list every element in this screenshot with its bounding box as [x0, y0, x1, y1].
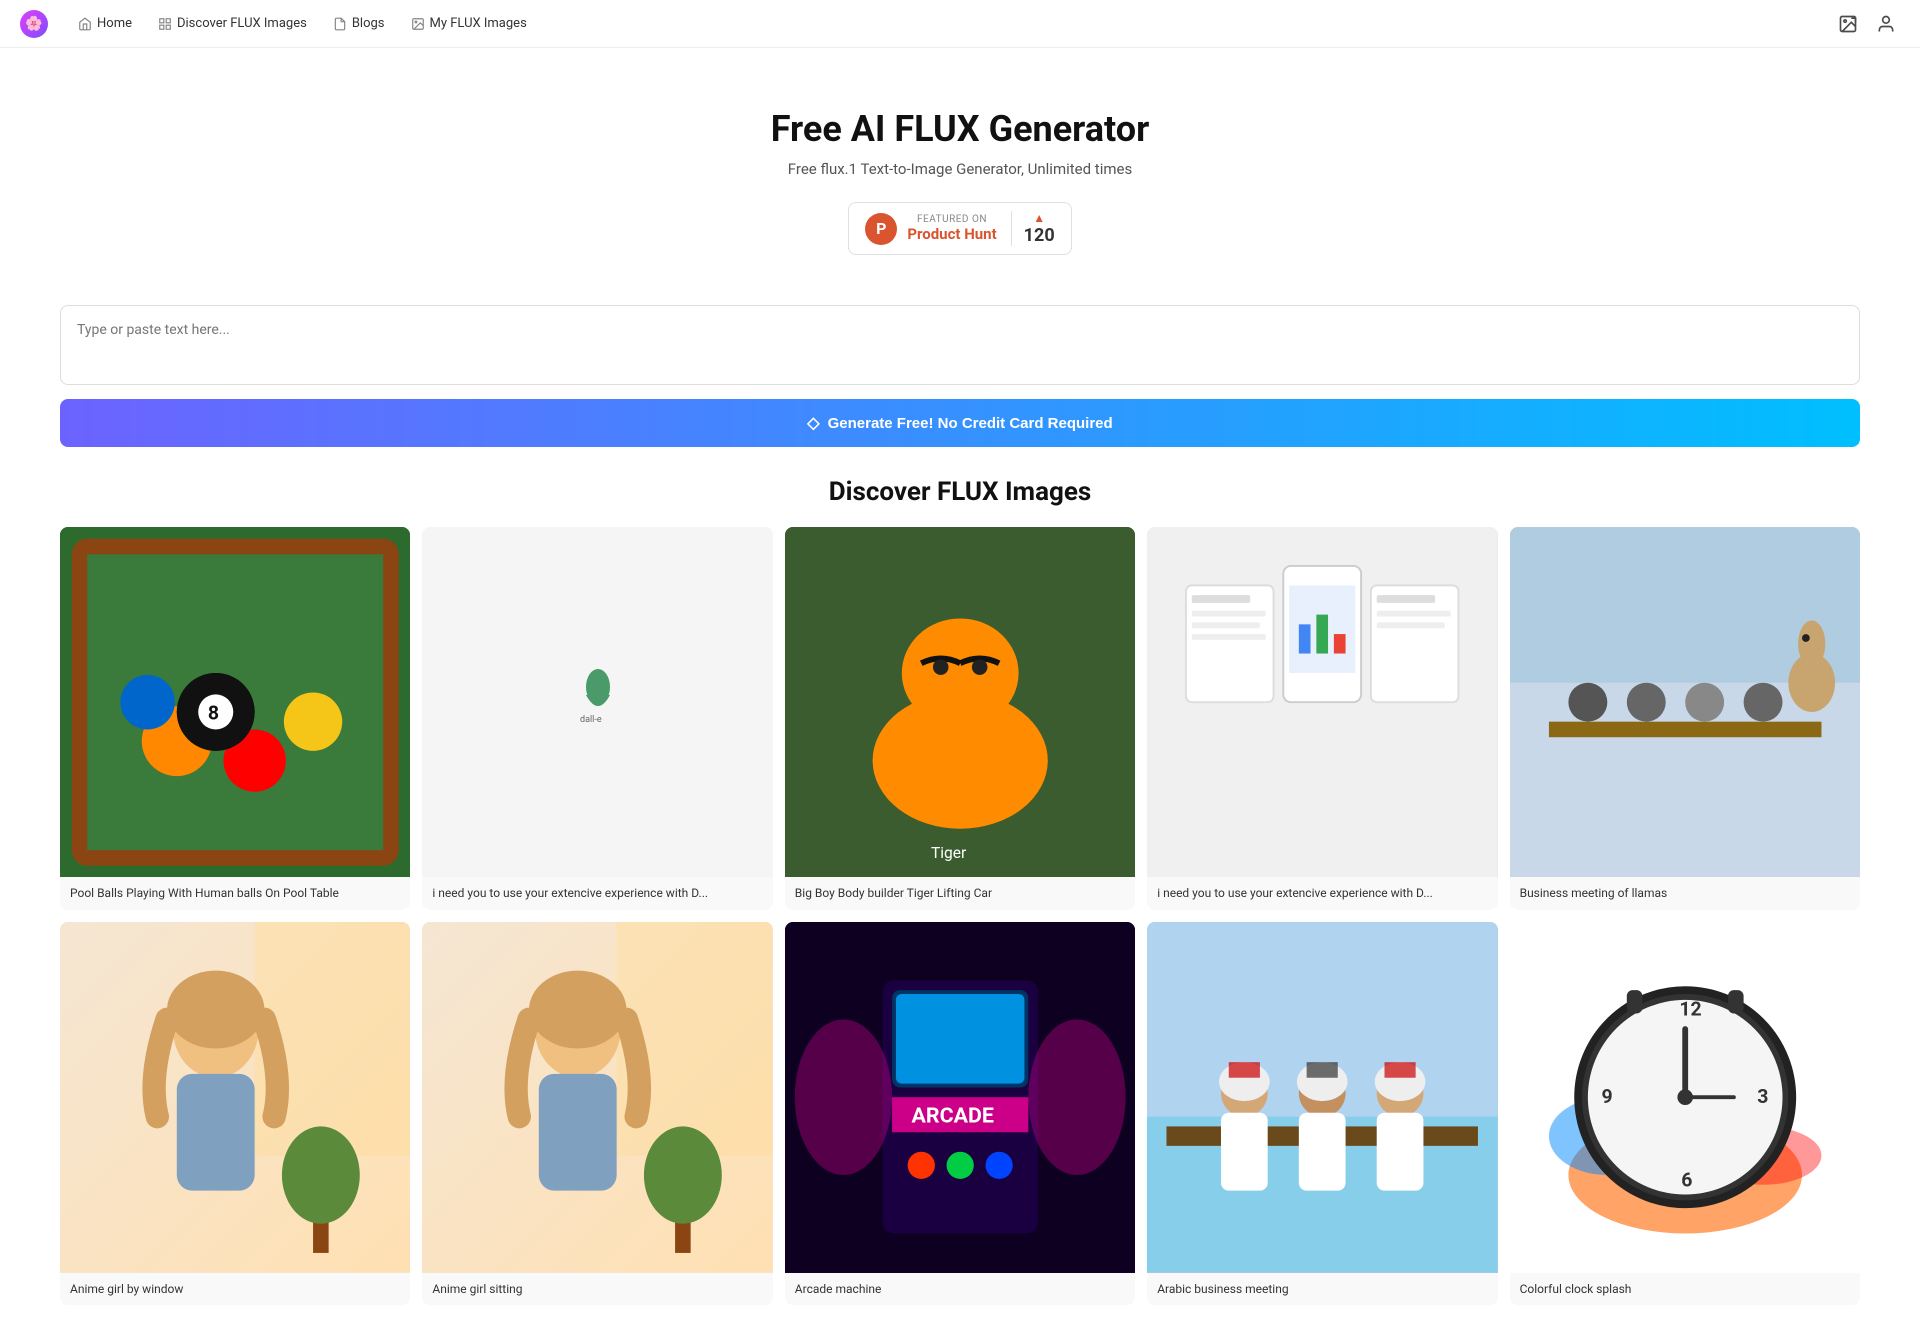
card-label-anime1: Anime girl by window: [60, 1273, 410, 1306]
card-visual-clock: 12 3 6 9: [1510, 922, 1860, 1272]
card-visual-pool: 8: [60, 527, 410, 877]
svg-text:Tiger: Tiger: [931, 844, 967, 862]
ph-arrow-icon: ▲: [1033, 211, 1045, 225]
image-card-pool[interactable]: 8 Pool Balls Playing With Human balls On…: [60, 527, 410, 910]
card-image-pool: 8: [60, 527, 410, 877]
nav-home[interactable]: Home: [68, 11, 142, 36]
nav-my-flux-label: My FLUX Images: [430, 16, 527, 31]
nav-links: Home Discover FLUX Images Blogs My FLUX …: [68, 11, 1834, 36]
image-card-tiger[interactable]: Tiger Big Boy Body builder Tiger Lifting…: [785, 527, 1135, 910]
image-card-arcade[interactable]: ARCADE Arcade machine: [785, 922, 1135, 1305]
diamond-icon: ◇: [807, 413, 819, 433]
card-image-llama: [1510, 527, 1860, 877]
grid-icon: [158, 17, 172, 31]
card-image-tiger: Tiger: [785, 527, 1135, 877]
card-visual-tiger: Tiger: [785, 527, 1135, 877]
hero-title: Free AI FLUX Generator: [20, 108, 1900, 150]
image-grid-row2: Anime girl by window: [60, 922, 1860, 1305]
nav-discover[interactable]: Discover FLUX Images: [148, 11, 317, 36]
ph-icon: P: [865, 213, 897, 245]
ph-count: 120: [1024, 225, 1055, 246]
card-label-clock: Colorful clock splash: [1510, 1273, 1860, 1306]
image-card-phone[interactable]: i need you to use your extencive experie…: [1147, 527, 1497, 910]
card-label-llama: Business meeting of llamas: [1510, 877, 1860, 910]
card-visual-arabic: [1147, 922, 1497, 1272]
svg-text:3: 3: [1757, 1085, 1768, 1108]
image-card-clock[interactable]: 12 3 6 9 Colorful clock splash: [1510, 922, 1860, 1305]
card-visual-arcade: ARCADE: [785, 922, 1135, 1272]
card-image-anime1: [60, 922, 410, 1272]
nav-blogs[interactable]: Blogs: [323, 11, 395, 36]
user-icon: [1876, 14, 1896, 34]
discover-title: Discover FLUX Images: [60, 477, 1860, 507]
card-image-anime2: [422, 922, 772, 1272]
card-label-tiger: Big Boy Body builder Tiger Lifting Car: [785, 877, 1135, 910]
svg-text:8: 8: [208, 702, 219, 725]
ph-name: Product Hunt: [907, 225, 996, 243]
nav-blogs-label: Blogs: [352, 16, 385, 31]
image-card-dalle[interactable]: dall-e i need you to use your extencive …: [422, 527, 772, 910]
image-card-anime2[interactable]: Anime girl sitting: [422, 922, 772, 1305]
upload-icon: [1838, 14, 1858, 34]
card-visual-anime2: [422, 922, 772, 1272]
card-visual-anime1: [60, 922, 410, 1272]
user-button[interactable]: [1872, 10, 1900, 38]
card-label-dalle: i need you to use your extencive experie…: [422, 877, 772, 910]
svg-text:dall-e: dall-e: [580, 715, 602, 725]
card-label-phone: i need you to use your extencive experie…: [1147, 877, 1497, 910]
product-hunt-badge[interactable]: P FEATURED ON Product Hunt ▲ 120: [848, 202, 1071, 255]
generate-button[interactable]: ◇ Generate Free! No Credit Card Required: [60, 399, 1860, 447]
file-icon: [333, 17, 347, 31]
discover-section: Discover FLUX Images 8: [0, 447, 1920, 1335]
card-label-arcade: Arcade machine: [785, 1273, 1135, 1306]
generator-section: ◇ Generate Free! No Credit Card Required: [0, 285, 1920, 447]
image-grid-row1: 8 Pool Balls Playing With Human balls On…: [60, 527, 1860, 910]
upload-button[interactable]: [1834, 10, 1862, 38]
image-card-llama[interactable]: Business meeting of llamas: [1510, 527, 1860, 910]
ph-featured-label: FEATURED ON: [907, 214, 996, 225]
hero-section: Free AI FLUX Generator Free flux.1 Text-…: [0, 48, 1920, 285]
card-image-dalle: dall-e: [422, 527, 772, 877]
card-label-anime2: Anime girl sitting: [422, 1273, 772, 1306]
nav-my-flux[interactable]: My FLUX Images: [401, 11, 537, 36]
card-image-arabic: [1147, 922, 1497, 1272]
svg-text:6: 6: [1681, 1169, 1692, 1192]
image-icon: [411, 17, 425, 31]
svg-text:9: 9: [1601, 1085, 1612, 1108]
svg-text:12: 12: [1679, 998, 1701, 1021]
ph-count-box: ▲ 120: [1011, 211, 1055, 246]
card-image-clock: 12 3 6 9: [1510, 922, 1860, 1272]
home-icon: [78, 17, 92, 31]
prompt-input[interactable]: [60, 305, 1860, 385]
nav-right: [1834, 10, 1900, 38]
image-card-arabic[interactable]: Arabic business meeting: [1147, 922, 1497, 1305]
nav-discover-label: Discover FLUX Images: [177, 16, 307, 31]
card-image-phone: [1147, 527, 1497, 877]
card-label-arabic: Arabic business meeting: [1147, 1273, 1497, 1306]
card-label-pool: Pool Balls Playing With Human balls On P…: [60, 877, 410, 910]
hero-subtitle: Free flux.1 Text-to-Image Generator, Unl…: [20, 160, 1900, 178]
card-visual-dalle: dall-e: [422, 527, 772, 877]
card-image-arcade: ARCADE: [785, 922, 1135, 1272]
image-card-anime1[interactable]: Anime girl by window: [60, 922, 410, 1305]
ph-text: FEATURED ON Product Hunt: [907, 214, 996, 243]
logo[interactable]: 🌸: [20, 10, 48, 38]
card-visual-llama: [1510, 527, 1860, 877]
card-visual-phone: [1147, 527, 1497, 877]
navbar: 🌸 Home Discover FLUX Images Blogs My FLU…: [0, 0, 1920, 48]
nav-home-label: Home: [97, 16, 132, 31]
svg-text:ARCADE: ARCADE: [911, 1104, 993, 1129]
generate-button-label: Generate Free! No Credit Card Required: [828, 415, 1113, 432]
